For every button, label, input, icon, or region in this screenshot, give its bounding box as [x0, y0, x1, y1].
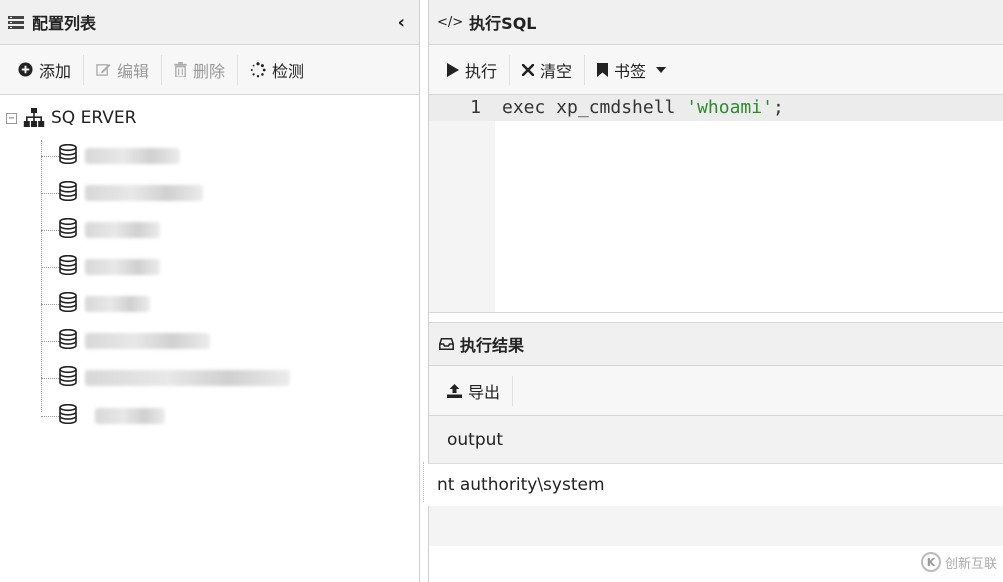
delete-button[interactable]: 删除	[162, 53, 237, 87]
edit-icon	[96, 62, 111, 77]
tree-item-label	[85, 222, 160, 238]
tree-item-label	[85, 370, 290, 386]
inbox-icon	[439, 338, 454, 350]
close-icon	[522, 63, 535, 76]
edit-button-label: 编辑	[117, 61, 150, 81]
bookmark-icon	[597, 62, 609, 77]
watermark: K 创新互联	[920, 552, 997, 572]
tree-branch	[41, 303, 59, 305]
code-string-literal: 'whoami'	[686, 97, 773, 118]
tree-db-item[interactable]	[41, 403, 165, 429]
database-icon	[59, 217, 77, 242]
database-icon	[59, 365, 77, 390]
detect-button[interactable]: 检测	[238, 53, 316, 87]
sql-editor[interactable]: 1 exec xp_cmdshell 'whoami';	[429, 95, 1003, 313]
config-toolbar: 添加 编辑 删除 检测	[0, 45, 419, 95]
config-list-panel: 配置列表 ‹ 添加 编辑 删除 检测 − SQ ERVER	[0, 0, 420, 582]
tree-db-item[interactable]	[41, 291, 150, 317]
tree-branch	[41, 155, 59, 157]
export-button-label: 导出	[468, 382, 501, 402]
code-icon: </>	[437, 14, 464, 30]
tree-root-node[interactable]: − SQ ERVER	[6, 105, 419, 131]
play-icon	[447, 62, 459, 77]
bookmark-button-label: 书签	[614, 61, 647, 81]
add-button-label: 添加	[39, 61, 72, 81]
toolbar-divider	[512, 375, 514, 406]
tree-db-item[interactable]	[41, 217, 160, 243]
tree-item-label	[85, 148, 180, 164]
code-line[interactable]: exec xp_cmdshell 'whoami';	[502, 95, 784, 121]
tree-db-item[interactable]	[41, 365, 290, 391]
clear-button-label: 清空	[540, 61, 573, 81]
database-icon	[59, 254, 77, 279]
run-button[interactable]: 执行	[435, 53, 509, 87]
add-button[interactable]: 添加	[6, 53, 83, 87]
panel-splitter-handle[interactable]	[423, 462, 425, 502]
database-icon	[59, 328, 77, 353]
edit-button[interactable]: 编辑	[84, 53, 161, 87]
database-icon	[59, 291, 77, 316]
sql-panel-header: </> 执行SQL	[429, 0, 1003, 45]
tree-branch	[41, 229, 59, 231]
tree-root-label: SQ ERVER	[51, 108, 137, 128]
export-button[interactable]: 导出	[435, 374, 512, 408]
tree-item-label	[85, 296, 150, 312]
tree-branch	[41, 340, 59, 342]
collapse-panel-button[interactable]: ‹	[392, 12, 411, 33]
sql-panel-title: 执行SQL	[469, 14, 537, 33]
bookmark-dropdown-button[interactable]: 书签	[585, 53, 678, 87]
spinner-icon	[250, 61, 266, 78]
detect-button-label: 检测	[272, 61, 305, 81]
server-tree: − SQ ERVER	[0, 95, 419, 131]
plus-circle-icon	[18, 62, 33, 77]
tree-item-label	[85, 185, 203, 201]
caret-down-icon	[656, 66, 667, 73]
editor-gutter	[429, 95, 495, 312]
clear-button[interactable]: 清空	[510, 53, 584, 87]
tree-item-label	[95, 408, 165, 424]
config-list-header: 配置列表 ‹	[0, 0, 419, 45]
tree-branch	[41, 415, 59, 417]
sql-panel: </> 执行SQL 执行 清空 书签 1 exec xp_cmdshell 'w…	[421, 0, 1003, 582]
tree-item-label	[85, 333, 210, 349]
sql-toolbar: 执行 清空 书签	[429, 45, 1003, 95]
result-toolbar: 导出	[429, 366, 1003, 416]
result-panel-header: 执行结果	[429, 322, 1003, 366]
sitemap-icon	[23, 108, 45, 128]
trash-icon	[174, 62, 187, 77]
watermark-logo-icon: K	[920, 552, 941, 572]
watermark-text: 创新互联	[944, 556, 997, 572]
delete-button-label: 删除	[193, 61, 226, 81]
tree-db-item[interactable]	[41, 180, 203, 206]
tree-item-label	[85, 259, 160, 275]
tree-branch	[41, 192, 59, 194]
table-row[interactable]: nt authority\system	[421, 464, 1003, 506]
config-list-title: 配置列表	[32, 14, 97, 33]
tree-branch	[41, 266, 59, 268]
line-number: 1	[470, 97, 481, 118]
column-header-label: output	[447, 429, 504, 450]
result-panel-title: 执行结果	[460, 336, 525, 355]
table-cell: nt authority\system	[437, 475, 605, 495]
code-keyword-text: exec xp_cmdshell	[502, 97, 687, 118]
tree-db-item[interactable]	[41, 143, 180, 169]
upload-icon	[447, 383, 462, 398]
column-header-output[interactable]: output	[429, 416, 1003, 464]
table-row-empty	[429, 506, 1003, 546]
database-icon	[59, 143, 77, 168]
run-button-label: 执行	[465, 61, 498, 81]
database-icon	[59, 403, 77, 428]
code-terminator: ;	[772, 97, 784, 118]
tree-db-item[interactable]	[41, 254, 160, 280]
collapse-node-toggle[interactable]: −	[6, 112, 17, 124]
tree-db-item[interactable]	[41, 328, 210, 354]
database-icon	[59, 180, 77, 205]
list-icon	[8, 15, 26, 29]
tree-branch	[41, 377, 59, 379]
